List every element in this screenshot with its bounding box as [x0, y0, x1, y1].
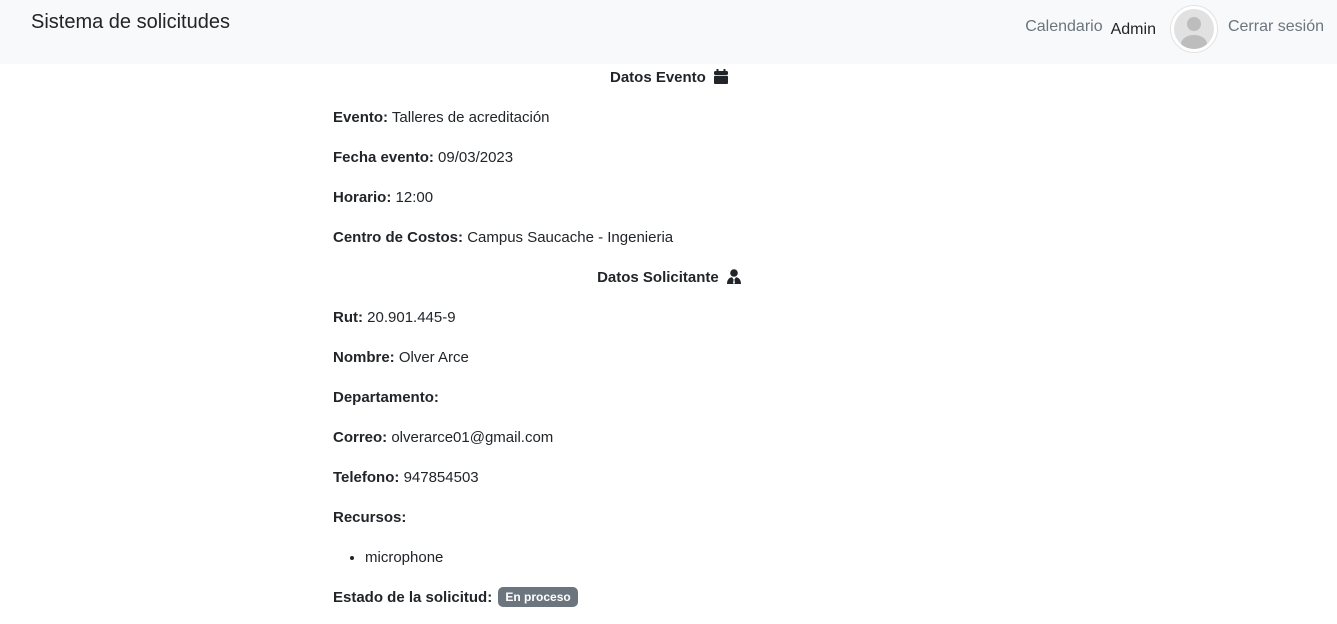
department-row: Departamento: — [333, 384, 1005, 424]
phone-row: Telefono: 947854503 — [333, 464, 1005, 504]
brand-link[interactable]: Sistema de solicitudes — [31, 10, 230, 34]
rut-value: 20.901.445-9 — [367, 309, 456, 326]
event-section-title: Datos Evento — [333, 64, 1005, 104]
schedule-row: Horario: 12:00 — [333, 184, 1005, 224]
avatar[interactable] — [1169, 5, 1218, 53]
cost-center-label: Centro de Costos: — [333, 229, 464, 246]
schedule-label: Horario: — [333, 189, 392, 206]
email-label: Correo: — [333, 429, 388, 446]
resources-row: Recursos: — [333, 504, 1005, 544]
email-value: olverarce01@gmail.com — [391, 429, 554, 446]
status-row: Estado de la solicitud: En proceso — [333, 584, 1005, 624]
name-value: Olver Arce — [398, 349, 469, 366]
rut-label: Rut: — [333, 309, 363, 326]
department-label: Departamento: — [333, 389, 439, 406]
status-label: Estado de la solicitud: — [333, 589, 493, 606]
rut-row: Rut: 20.901.445-9 — [333, 304, 1005, 344]
requester-section-title-text: Datos Solicitante — [597, 269, 719, 286]
status-badge: En proceso — [498, 587, 578, 607]
phone-label: Telefono: — [333, 469, 400, 486]
name-label: Nombre: — [333, 349, 395, 366]
calendar-link[interactable]: Calendario — [1025, 17, 1102, 37]
user-name: Admin — [1110, 21, 1156, 38]
event-date-value: 09/03/2023 — [438, 149, 514, 166]
event-date-row: Fecha evento: 09/03/2023 — [333, 144, 1005, 184]
calendar-icon — [714, 69, 729, 84]
email-row: Correo: olverarce01@gmail.com — [333, 424, 1005, 464]
logout-link[interactable]: Cerrar sesión — [1228, 17, 1324, 37]
navbar-right: Calendario Admin Cerrar sesión — [1025, 0, 1324, 54]
navbar: Sistema de solicitudes Calendario Admin … — [0, 0, 1337, 64]
phone-value: 947854503 — [403, 469, 479, 486]
event-date-label: Fecha evento: — [333, 149, 434, 166]
schedule-value: 12:00 — [395, 189, 434, 206]
event-label: Evento: — [333, 109, 389, 126]
user-tie-icon — [726, 269, 741, 284]
list-item: microphone — [365, 544, 1005, 571]
request-details: Datos Evento Evento: Talleres de acredit… — [333, 64, 1005, 624]
requester-section-title: Datos Solicitante — [333, 264, 1005, 304]
event-section-title-text: Datos Evento — [609, 69, 706, 86]
user-avatar-icon — [1173, 9, 1214, 49]
name-row: Nombre: Olver Arce — [333, 344, 1005, 384]
cost-center-row: Centro de Costos: Campus Saucache - Inge… — [333, 224, 1005, 264]
cost-center-value: Campus Saucache - Ingenieria — [467, 229, 674, 246]
event-value: Talleres de acreditación — [391, 109, 550, 126]
resources-list: microphone — [333, 544, 1005, 584]
event-row: Evento: Talleres de acreditación — [333, 104, 1005, 144]
resources-label: Recursos: — [333, 509, 407, 526]
